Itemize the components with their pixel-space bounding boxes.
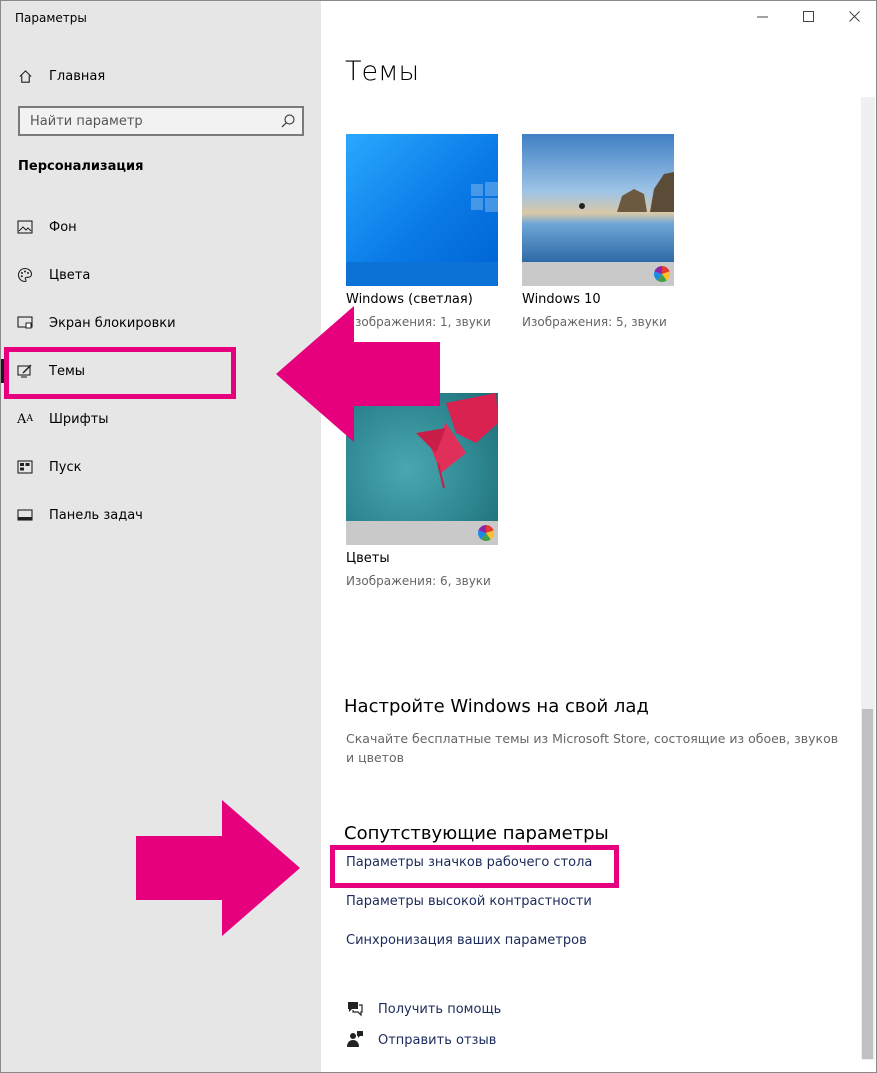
maximize-button[interactable] <box>789 5 827 31</box>
sidebar-item-label: Панель задач <box>49 507 143 523</box>
sidebar-item-lock-screen[interactable]: Экран блокировки <box>15 311 176 335</box>
theme-windows-10[interactable]: Windows 10 Изображения: 5, звуки <box>522 134 674 329</box>
related-heading: Сопутствующие параметры <box>344 823 609 844</box>
highlight-box-themes <box>4 347 236 399</box>
send-feedback-link[interactable]: Отправить отзыв <box>346 1030 496 1050</box>
get-help-link[interactable]: Получить помощь <box>346 999 501 1019</box>
sidebar-item-start[interactable]: Пуск <box>15 455 81 479</box>
get-help-label: Получить помощь <box>378 1001 502 1017</box>
theme-name: Windows 10 <box>522 292 601 307</box>
theme-meta: Изображения: 6, звуки <box>346 574 491 588</box>
color-wheel-icon <box>653 266 671 286</box>
link-sync-settings[interactable]: Синхронизация ваших параметров <box>346 933 587 948</box>
theme-thumbnail <box>522 134 674 262</box>
close-button[interactable] <box>835 5 873 31</box>
theme-name: Цветы <box>346 551 390 566</box>
section-title: Персонализация <box>18 159 144 174</box>
search-input[interactable]: Найти параметр <box>18 106 304 136</box>
help-chat-icon <box>346 999 366 1019</box>
theme-thumbnail <box>346 134 498 262</box>
sidebar-item-label: Цвета <box>49 267 91 283</box>
theme-windows-light[interactable]: Windows (светлая) Изображения: 1, звуки <box>346 134 498 329</box>
theme-meta: Изображения: 5, звуки <box>522 315 667 329</box>
app-title: Параметры <box>15 11 87 25</box>
sidebar-item-colors[interactable]: Цвета <box>15 263 90 287</box>
page-title: Темы <box>345 56 420 87</box>
send-feedback-label: Отправить отзыв <box>378 1032 497 1048</box>
theme-color-strip <box>346 521 498 545</box>
theme-name: Windows (светлая) <box>346 292 473 307</box>
theme-color-strip <box>346 262 498 286</box>
minimize-icon <box>756 11 768 26</box>
close-icon <box>848 10 860 26</box>
palette-icon <box>15 265 35 285</box>
sidebar-item-taskbar[interactable]: Панель задач <box>15 503 143 527</box>
sidebar-item-fonts[interactable]: AA Шрифты <box>15 407 109 431</box>
lock-screen-icon <box>15 313 35 333</box>
sidebar-item-label: Шрифты <box>49 411 109 427</box>
search-placeholder: Найти параметр <box>30 114 143 129</box>
image-icon <box>15 217 35 237</box>
maximize-icon <box>802 10 814 26</box>
nav-home[interactable]: Главная <box>15 65 105 87</box>
color-wheel-icon <box>477 525 495 545</box>
theme-color-strip <box>522 262 674 286</box>
sidebar-item-background[interactable]: Фон <box>15 215 77 239</box>
home-icon <box>15 66 35 86</box>
search-icon <box>280 113 296 133</box>
nav-home-label: Главная <box>49 68 106 84</box>
link-high-contrast[interactable]: Параметры высокой контрастности <box>346 894 592 909</box>
scrollbar-thumb[interactable] <box>862 709 873 1059</box>
settings-window: Параметры Главная Найти параметр Персона… <box>0 0 877 1073</box>
annotation-arrow-left <box>276 306 440 442</box>
feedback-icon <box>346 1030 366 1050</box>
annotation-arrow-right <box>136 800 300 936</box>
store-heading: Настройте Windows на свой лад <box>344 696 649 717</box>
fonts-icon: AA <box>17 411 33 427</box>
sidebar-item-label: Фон <box>49 219 77 235</box>
highlight-box-desktop-icons <box>330 845 619 888</box>
sidebar-item-label: Пуск <box>49 459 82 475</box>
start-icon <box>15 457 35 477</box>
taskbar-icon <box>15 505 35 525</box>
minimize-button[interactable] <box>743 5 781 31</box>
sidebar-item-label: Экран блокировки <box>49 315 176 331</box>
store-description: Скачайте бесплатные темы из Microsoft St… <box>346 731 839 765</box>
